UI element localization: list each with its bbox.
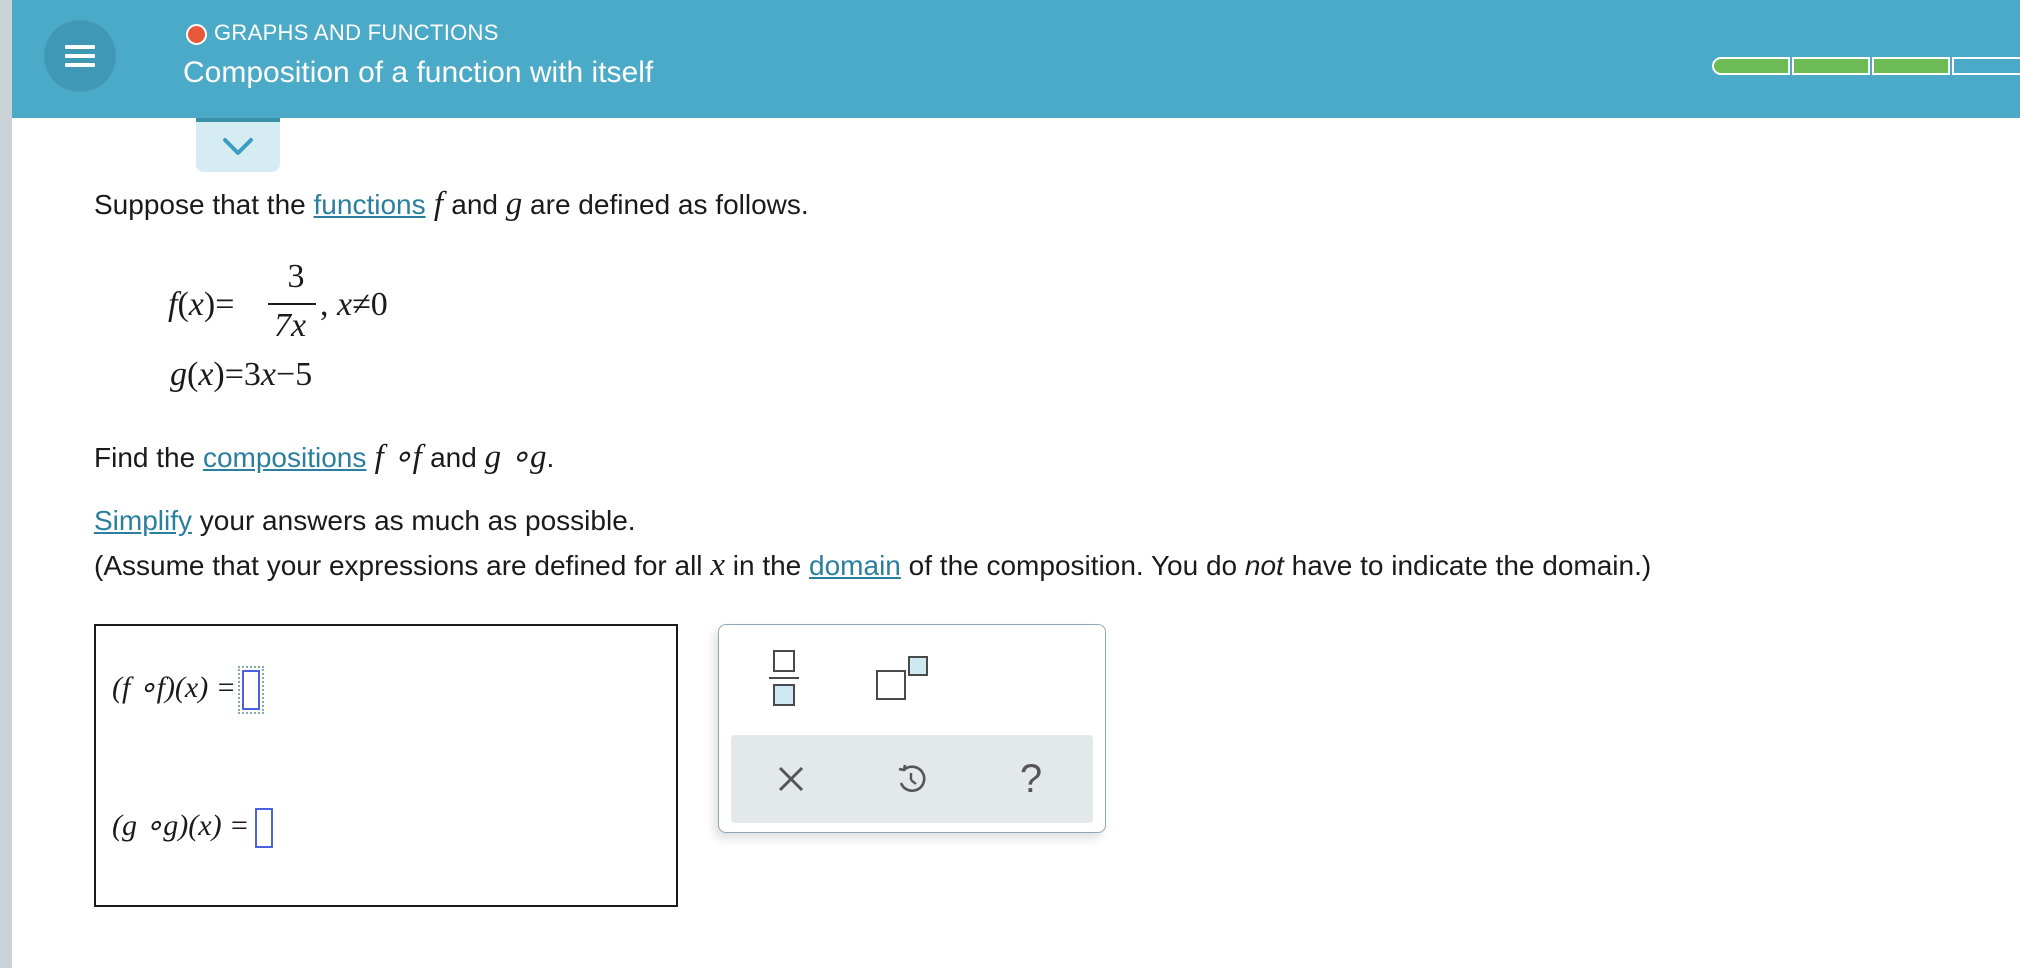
progress-segment-complete xyxy=(1872,57,1950,75)
compositions-link[interactable]: compositions xyxy=(203,442,366,473)
fof-label: (f ∘f)(x) = xyxy=(112,671,236,704)
clear-icon xyxy=(778,766,804,792)
palette-actions: ? xyxy=(731,735,1093,823)
menu-icon-line xyxy=(65,54,95,58)
left-edge-bar xyxy=(0,0,12,968)
f-fraction-denominator: 7x xyxy=(274,307,307,344)
undo-button[interactable] xyxy=(851,735,971,823)
answer-area: (f ∘f)(x) = (g ∘g)(x) = xyxy=(94,624,678,907)
fraction-icon[interactable] xyxy=(767,649,801,707)
gog-label: (g ∘g)(x) = xyxy=(112,809,250,842)
problem-intro: Suppose that the functions f and g are d… xyxy=(94,186,809,222)
math-palette: ? xyxy=(718,624,1106,833)
fraction-bar xyxy=(268,303,316,305)
topic-status-dot xyxy=(186,24,207,45)
f-fraction-numerator: 3 xyxy=(287,258,305,295)
menu-icon-line xyxy=(65,45,95,49)
simplify-link[interactable]: Simplify xyxy=(94,505,192,536)
domain-link[interactable]: domain xyxy=(809,550,901,581)
exponent-icon[interactable] xyxy=(875,655,931,703)
help-icon: ? xyxy=(1019,756,1043,801)
help-button[interactable]: ? xyxy=(971,735,1091,823)
progress-segment-complete xyxy=(1792,57,1870,75)
page-title: Composition of a function with itself xyxy=(183,56,654,89)
simplify-instruction: Simplify your answers as much as possibl… xyxy=(94,505,636,536)
math-g-comp-g: g ∘g xyxy=(484,439,547,475)
gog-answer-row: (g ∘g)(x) = xyxy=(112,808,274,849)
functions-link[interactable]: functions xyxy=(314,189,426,220)
undo-icon xyxy=(898,764,926,793)
f-condition: , x≠0 xyxy=(320,286,388,323)
menu-button[interactable] xyxy=(44,20,116,92)
progress-segment-complete xyxy=(1712,57,1790,75)
gog-answer-input[interactable] xyxy=(255,808,274,849)
topic-label: GRAPHS AND FUNCTIONS xyxy=(214,20,499,45)
chevron-down-icon xyxy=(223,138,253,155)
f-definition-lhs: f(x)= xyxy=(168,286,235,323)
progress-segment-empty xyxy=(1952,57,2020,75)
fof-answer-input[interactable] xyxy=(237,666,264,715)
find-instruction: Find the compositions f ∘f and g ∘g. xyxy=(94,439,555,475)
expand-toggle[interactable] xyxy=(196,118,280,172)
math-g: g xyxy=(505,186,523,222)
progress-bar xyxy=(1712,57,2020,77)
math-f: f xyxy=(425,186,452,222)
fof-answer-row: (f ∘f)(x) = xyxy=(112,666,264,715)
math-f-comp-f: f ∘f xyxy=(366,439,431,475)
domain-note: (Assume that your expressions are define… xyxy=(94,547,1652,583)
menu-icon-line xyxy=(65,63,95,67)
clear-button[interactable] xyxy=(731,735,851,823)
g-definition: g(x)=3x−5 xyxy=(170,356,313,393)
